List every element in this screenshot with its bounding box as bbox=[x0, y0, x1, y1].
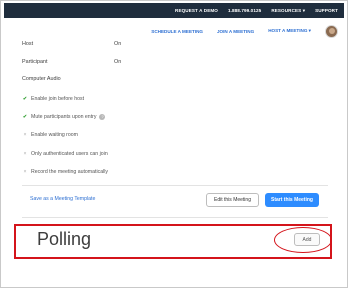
schedule-meeting-link[interactable]: SCHEDULE A MEETING bbox=[151, 29, 203, 34]
check-icon: ✔ bbox=[22, 114, 28, 120]
save-template-link[interactable]: Save as a Meeting Template bbox=[30, 196, 95, 202]
option-label: Only authenticated users can join bbox=[31, 151, 108, 157]
participant-video-label: Participant bbox=[22, 59, 48, 65]
info-icon[interactable]: ? bbox=[99, 114, 106, 120]
option-label: Enable join before host bbox=[31, 96, 85, 102]
computer-audio-label: Computer Audio bbox=[22, 76, 61, 82]
x-icon: × bbox=[23, 132, 27, 138]
option-join-before-host: ✔ Enable join before host bbox=[22, 96, 84, 102]
start-meeting-button[interactable]: Start this Meeting bbox=[265, 193, 319, 207]
polling-title: Polling bbox=[37, 229, 92, 249]
x-icon: × bbox=[23, 169, 27, 175]
option-mute-participants: ✔ Mute participants upon entry ? bbox=[22, 114, 106, 120]
option-record-automatically: × Record the meeting automatically bbox=[22, 169, 108, 175]
check-icon: ✔ bbox=[22, 96, 28, 102]
participant-video-value: On bbox=[114, 59, 122, 65]
host-meeting-menu[interactable]: HOST A MEETING ▾ bbox=[268, 28, 311, 34]
request-demo-link[interactable]: REQUEST A DEMO bbox=[175, 8, 218, 13]
host-video-value: On bbox=[114, 41, 122, 47]
main-nav: SCHEDULE A MEETING JOIN A MEETING HOST A… bbox=[151, 22, 338, 40]
x-icon: × bbox=[23, 151, 27, 157]
support-link[interactable]: SUPPORT bbox=[315, 8, 338, 13]
option-waiting-room: × Enable waiting room bbox=[22, 132, 78, 138]
highlight-circle bbox=[274, 227, 332, 253]
option-authenticated-users: × Only authenticated users can join bbox=[22, 151, 108, 157]
avatar[interactable] bbox=[325, 24, 338, 38]
host-video-label: Host bbox=[22, 41, 34, 47]
phone-number: 1.888.799.0125 bbox=[227, 8, 262, 13]
option-label: Mute participants upon entry bbox=[31, 114, 97, 120]
top-bar: REQUEST A DEMO 1.888.799.0125 RESOURCES … bbox=[4, 3, 344, 18]
section-divider bbox=[22, 185, 328, 186]
join-meeting-link[interactable]: JOIN A MEETING bbox=[217, 29, 254, 34]
option-label: Enable waiting room bbox=[31, 132, 79, 138]
option-label: Record the meeting automatically bbox=[31, 169, 108, 175]
edit-meeting-button[interactable]: Edit this Meeting bbox=[206, 193, 259, 207]
resources-menu[interactable]: RESOURCES ▾ bbox=[271, 8, 305, 14]
section-divider bbox=[22, 217, 328, 218]
